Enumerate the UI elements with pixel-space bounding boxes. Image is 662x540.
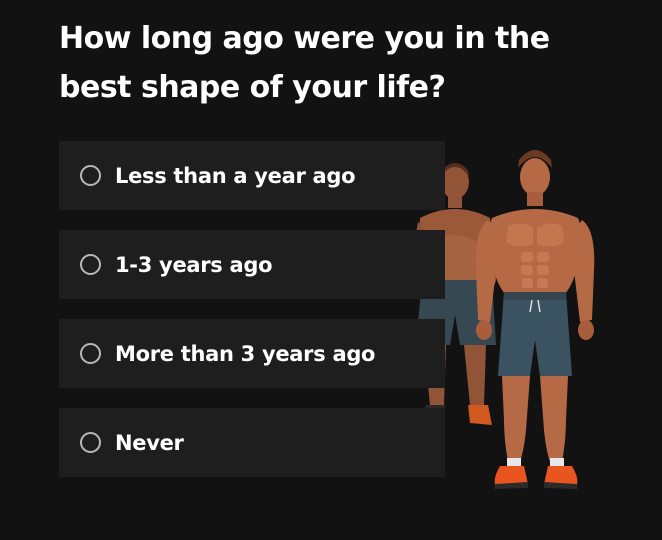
option-label: Less than a year ago (115, 163, 356, 188)
option-label: 1-3 years ago (115, 252, 273, 277)
answer-options: Less than a year ago 1-3 years ago More … (59, 141, 445, 497)
radio-unselected-icon[interactable] (80, 343, 101, 364)
option-1-3-years[interactable]: 1-3 years ago (59, 230, 445, 299)
option-label: More than 3 years ago (115, 341, 376, 366)
question-title: How long ago were you in the best shape … (59, 21, 550, 105)
option-never[interactable]: Never (59, 408, 445, 477)
radio-unselected-icon[interactable] (80, 432, 101, 453)
option-more-than-3-years[interactable]: More than 3 years ago (59, 319, 445, 388)
radio-unselected-icon[interactable] (80, 165, 101, 186)
option-label: Never (115, 430, 184, 455)
radio-unselected-icon[interactable] (80, 254, 101, 275)
option-less-than-a-year[interactable]: Less than a year ago (59, 141, 445, 210)
